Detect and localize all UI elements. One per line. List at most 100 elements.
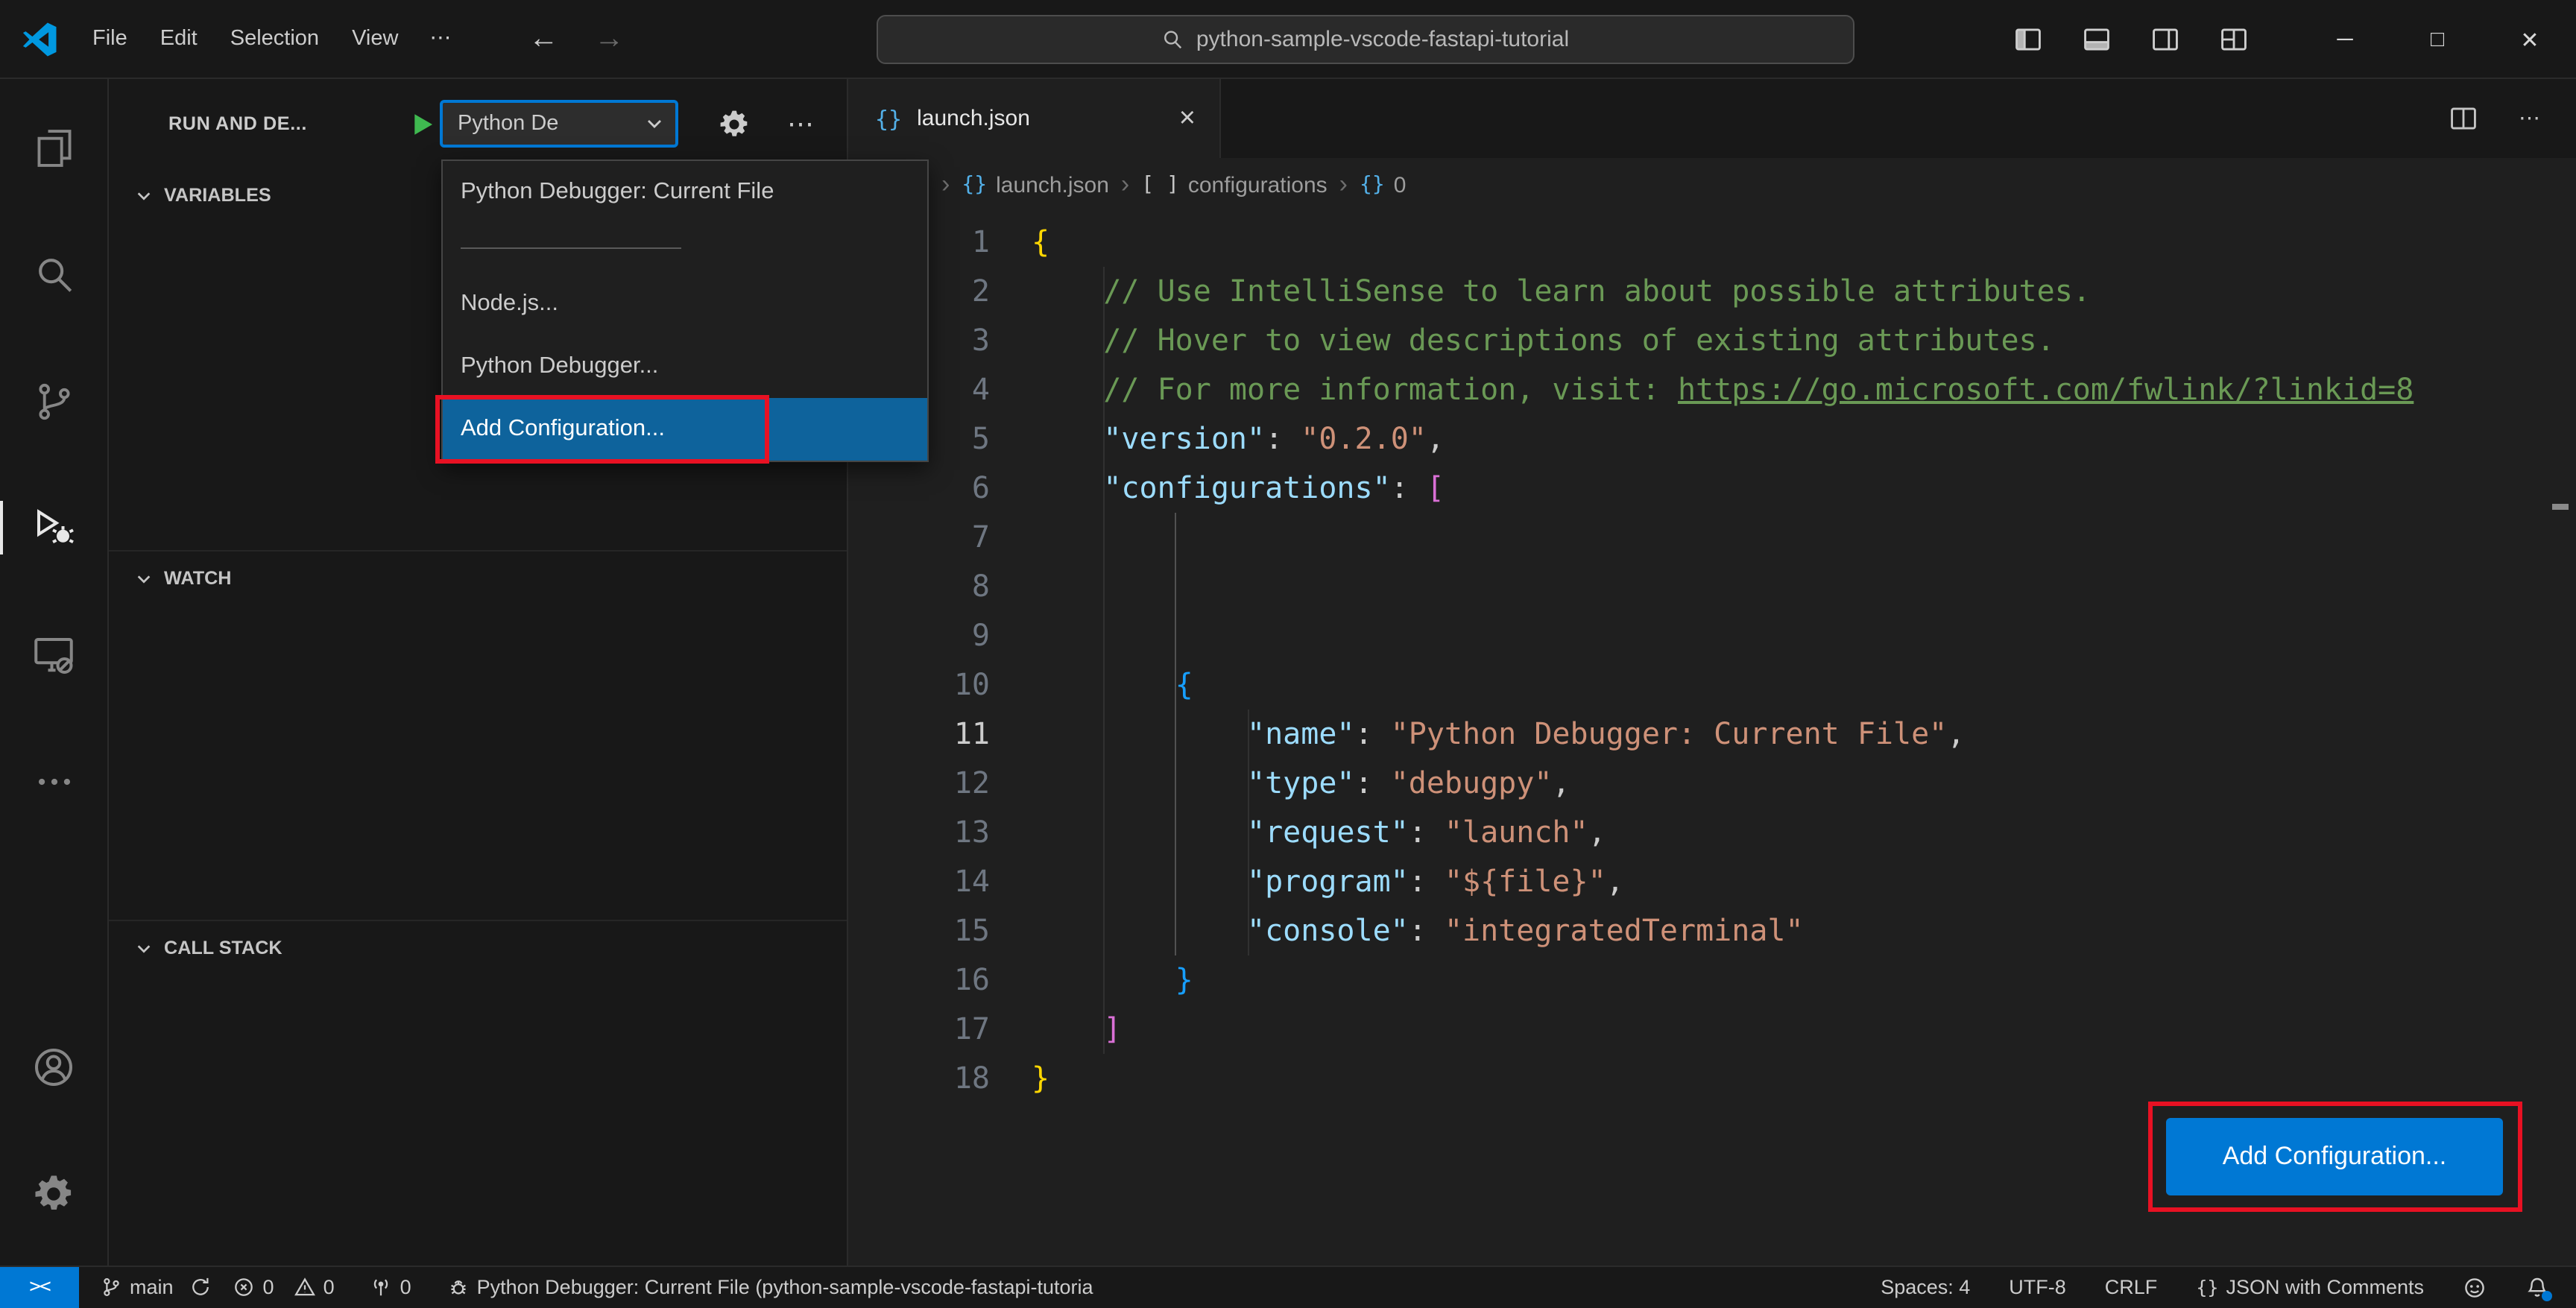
settings-gear-icon[interactable] [0, 1154, 107, 1232]
toggle-secondary-sidebar-icon[interactable] [2151, 25, 2179, 54]
status-bar-right: Spaces: 4 UTF-8 CRLF {} JSON with Commen… [1881, 1275, 2576, 1301]
dropdown-item-0[interactable]: Python Debugger: Current File [443, 161, 927, 224]
debug-config-select-value: Python De [458, 112, 559, 136]
menu-file[interactable]: File [76, 18, 144, 60]
code-line-15[interactable]: 15 "console": "integratedTerminal" [848, 906, 2576, 955]
maximize-button[interactable]: □ [2391, 0, 2484, 79]
code-line-5[interactable]: 5 "version": "0.2.0", [848, 414, 2576, 464]
problems-status[interactable]: 0 0 [233, 1276, 335, 1298]
menu-selection[interactable]: Selection [214, 18, 335, 60]
branch-status[interactable]: main [100, 1276, 212, 1298]
code-line-2[interactable]: 2 // Use IntelliSense to learn about pos… [848, 267, 2576, 316]
line-content: // Use IntelliSense to learn about possi… [1103, 273, 2091, 309]
search-sidebar-icon[interactable] [0, 236, 107, 313]
dropdown-separator [443, 224, 927, 273]
add-configuration-button[interactable]: Add Configuration... [2166, 1118, 2503, 1195]
split-editor-icon[interactable] [2449, 104, 2477, 133]
notifications-bell-icon[interactable] [2525, 1275, 2552, 1301]
indentation-status[interactable]: Spaces: 4 [1881, 1276, 1970, 1298]
code-line-1[interactable]: 1{ [848, 218, 2576, 267]
code-line-17[interactable]: 17 ] [848, 1005, 2576, 1054]
ports-status[interactable]: 0 [370, 1276, 411, 1298]
code-line-14[interactable]: 14 "program": "${file}", [848, 857, 2576, 906]
breadcrumb-label: configurations [1187, 172, 1328, 198]
more-actions-icon[interactable]: ⋯ [2519, 107, 2540, 130]
breadcrumb-item-0[interactable]: {} 0 [1360, 172, 1406, 198]
code-line-10[interactable]: 10 { [848, 660, 2576, 710]
language-mode-status[interactable]: {} JSON with Comments [2196, 1276, 2424, 1298]
code-line-7[interactable]: 7 [848, 513, 2576, 562]
code-line-16[interactable]: 16 } [848, 955, 2576, 1005]
toggle-panel-icon[interactable] [2083, 25, 2111, 54]
call-stack-section-header[interactable]: CALL STACK [109, 921, 847, 975]
code-line-4[interactable]: 4 // For more information, visit: https:… [848, 365, 2576, 414]
line-content: "name": "Python Debugger: Current File", [1247, 715, 1966, 751]
sidebar-title: RUN AND DE... [168, 113, 307, 134]
main-area: RUN AND DE... Python De ⋯ VARIABLES WATC… [0, 79, 2576, 1265]
json-file-icon: {} [875, 105, 903, 132]
warning-icon [294, 1276, 316, 1298]
line-number: 12 [953, 765, 990, 800]
eol-status[interactable]: CRLF [2105, 1276, 2158, 1298]
code-line-11[interactable]: 11 "name": "Python Debugger: Current Fil… [848, 710, 2576, 759]
indent-guide [1103, 267, 1105, 1054]
more-views-icon[interactable] [0, 742, 107, 820]
line-number: 15 [953, 912, 990, 948]
line-number: 16 [953, 961, 990, 997]
customize-layout-icon[interactable] [2220, 25, 2248, 54]
line-content: // For more information, visit: https://… [1103, 371, 2414, 407]
code-line-12[interactable]: 12 "type": "debugpy", [848, 759, 2576, 808]
encoding-status[interactable]: UTF-8 [2009, 1276, 2066, 1298]
menu-edit[interactable]: Edit [144, 18, 214, 60]
line-content [990, 611, 1032, 660]
feedback-smiley-icon[interactable] [2463, 1275, 2487, 1299]
bug-icon [447, 1276, 470, 1298]
code-editor[interactable]: 1{2 // Use IntelliSense to learn about p… [848, 212, 2576, 1265]
menu-overflow-button[interactable]: ⋯ [414, 27, 469, 51]
run-and-debug-icon[interactable] [0, 489, 107, 566]
line-content [990, 513, 1032, 562]
code-line-18[interactable]: 18} [848, 1054, 2576, 1103]
line-content: "version": "0.2.0", [1103, 420, 1445, 456]
explorer-icon[interactable] [0, 109, 107, 186]
close-button[interactable]: ✕ [2484, 0, 2576, 79]
command-center-search[interactable]: python-sample-vscode-fastapi-tutorial [877, 15, 1854, 64]
breadcrumb-item-launch.json[interactable]: {} launch.json [962, 172, 1109, 198]
menu-view[interactable]: View [335, 18, 414, 60]
editor-group: {} launch.json × ⋯ code›{}launch.json›[ … [848, 79, 2576, 1265]
close-tab-icon[interactable]: × [1173, 102, 1202, 135]
code-line-3[interactable]: 3 // Hover to view descriptions of exist… [848, 316, 2576, 365]
section-label: CALL STACK [164, 938, 282, 958]
error-icon [233, 1276, 256, 1298]
debug-config-select[interactable]: Python De [440, 100, 678, 148]
view-more-actions-button[interactable]: ⋯ [787, 108, 817, 139]
code-line-8[interactable]: 8 [848, 562, 2576, 611]
configure-gear-icon[interactable] [719, 108, 750, 139]
line-content: "type": "debugpy", [1247, 765, 1570, 800]
back-arrow-icon[interactable]: ← [511, 22, 576, 56]
dropdown-item-2[interactable]: Python Debugger... [443, 335, 927, 398]
tab-launch-json[interactable]: {} launch.json × [848, 79, 1221, 158]
code-line-13[interactable]: 13 "request": "launch", [848, 808, 2576, 857]
dropdown-item-1[interactable]: Node.js... [443, 273, 927, 335]
start-debug-icon[interactable] [404, 110, 440, 138]
array-symbol-icon: [ ] [1141, 173, 1179, 197]
source-control-icon[interactable] [0, 362, 107, 440]
watch-section-header[interactable]: WATCH [109, 552, 847, 605]
breadcrumb-separator: › [941, 170, 950, 198]
forward-arrow-icon[interactable]: → [576, 22, 642, 56]
code-line-6[interactable]: 6 "configurations": [ [848, 464, 2576, 513]
remote-indicator[interactable]: >< [0, 1266, 79, 1308]
breadcrumb-item-configurations[interactable]: [ ] configurations [1141, 172, 1327, 198]
minimize-button[interactable]: ─ [2299, 0, 2391, 79]
debug-status[interactable]: Python Debugger: Current File (python-sa… [447, 1276, 1093, 1298]
chevron-down-icon [136, 570, 152, 587]
remote-explorer-icon[interactable] [0, 616, 107, 693]
line-content: // Hover to view descriptions of existin… [1103, 322, 2055, 358]
toggle-sidebar-icon[interactable] [2014, 25, 2042, 54]
sync-icon[interactable] [190, 1276, 212, 1298]
object-symbol-icon: {} [962, 173, 988, 197]
dropdown-item-3[interactable]: Add Configuration... [435, 395, 927, 464]
code-line-9[interactable]: 9 [848, 611, 2576, 660]
accounts-icon[interactable] [0, 1028, 107, 1105]
